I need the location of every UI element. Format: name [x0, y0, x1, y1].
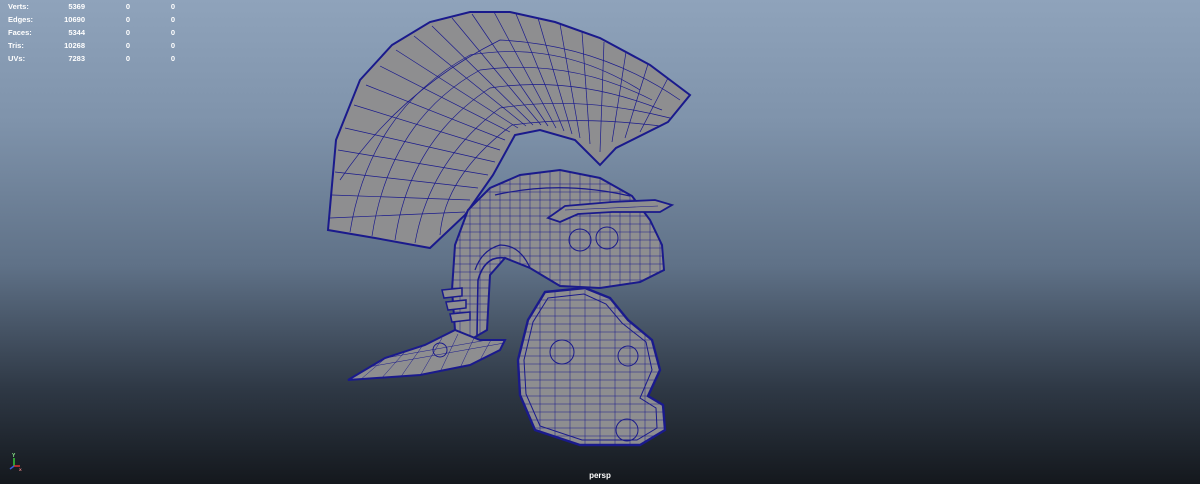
- hud-value: 0: [170, 54, 175, 63]
- axis-gizmo-icon: Y X: [9, 453, 22, 472]
- hud-value: 0: [170, 15, 175, 24]
- hud-label: UVs:: [8, 54, 26, 63]
- hud-value: 0: [125, 2, 130, 11]
- hud-value: 0: [125, 54, 130, 63]
- hud-value: 7283: [68, 54, 85, 63]
- axis-y-label: Y: [12, 453, 16, 459]
- poly-count-row: Verts: 5369 0 0: [8, 0, 175, 13]
- poly-count-row: UVs: 7283 0 0: [8, 52, 175, 65]
- hud-label: Tris:: [8, 41, 24, 50]
- poly-count-row: Edges: 10690 0 0: [8, 13, 175, 26]
- hud-label: Verts:: [8, 2, 29, 11]
- poly-count-hud: Verts: 5369 0 0 Edges: 10690 0 0 Faces: …: [8, 0, 175, 65]
- hud-value: 5369: [68, 2, 85, 11]
- cheek-guard[interactable]: [515, 286, 670, 450]
- hud-value: 0: [170, 28, 175, 37]
- hud-value: 0: [125, 41, 130, 50]
- hud-label: Faces:: [8, 28, 32, 37]
- maya-viewport[interactable]: { "viewport": { "camera_label": "persp",…: [0, 0, 1200, 484]
- hud-value: 0: [125, 15, 130, 24]
- hud-value: 0: [170, 2, 175, 11]
- hud-label: Edges:: [8, 15, 34, 24]
- hud-value: 10268: [64, 41, 85, 50]
- poly-count-row: Faces: 5344 0 0: [8, 26, 175, 39]
- poly-count-row: Tris: 10268 0 0: [8, 39, 175, 52]
- hud-value: 0: [170, 41, 175, 50]
- hud-value: 10690: [64, 15, 85, 24]
- hud-value: 0: [125, 28, 130, 37]
- helmet-mesh[interactable]: [0, 0, 1200, 484]
- hud-value: 5344: [68, 28, 85, 37]
- camera-label: persp: [589, 471, 611, 480]
